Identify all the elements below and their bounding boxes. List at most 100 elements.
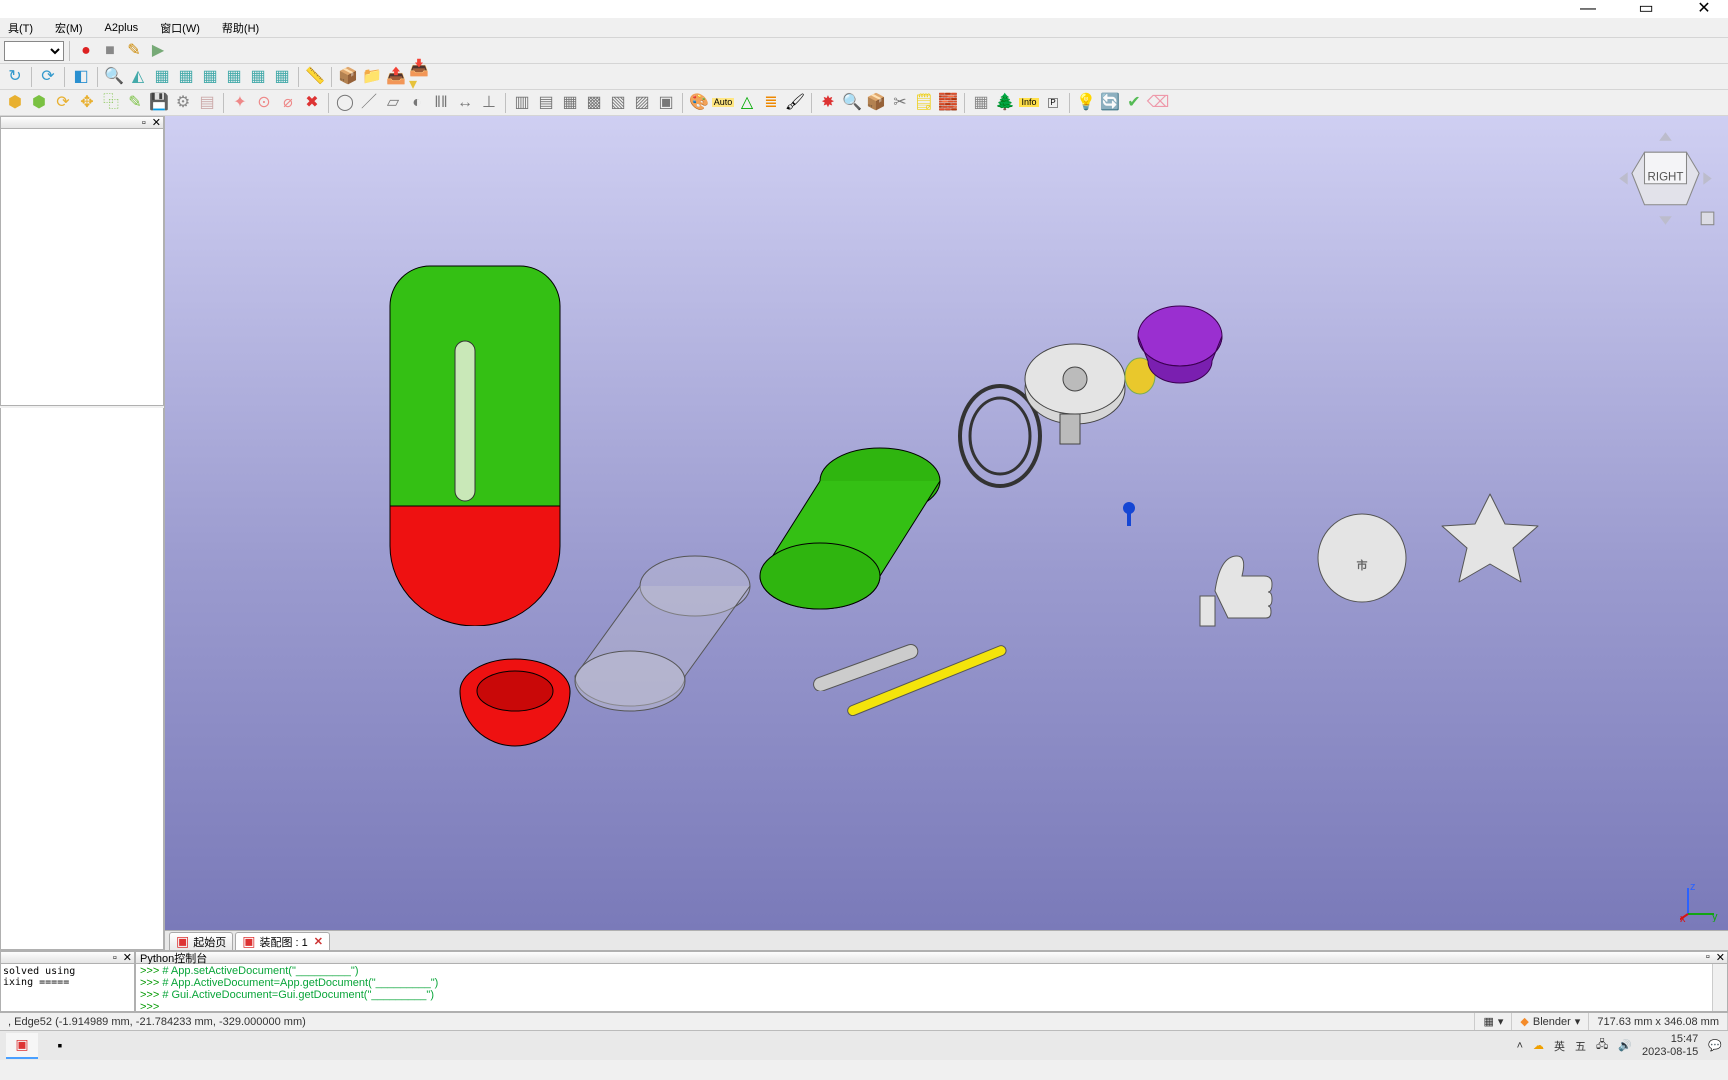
taskbar-terminal[interactable]: ▪ (44, 1033, 76, 1059)
parts-list-icon[interactable]: P (1042, 92, 1064, 114)
taskbar-freecad[interactable]: ▣ (6, 1033, 38, 1059)
iso-view-icon[interactable]: ◭ (127, 66, 149, 88)
tray-clock[interactable]: 15:47 2023-08-15 (1642, 1033, 1698, 1057)
model-tree-body[interactable] (0, 129, 164, 406)
list-icon[interactable]: ≣ (760, 92, 782, 114)
update-parts-icon[interactable]: ⟳ (52, 92, 74, 114)
check-icon[interactable]: ✔ (1123, 92, 1145, 114)
move-part-icon[interactable]: ✥ (76, 92, 98, 114)
report-view-body[interactable]: solved using ixing ===== (0, 964, 135, 1012)
property-body[interactable] (0, 408, 164, 950)
edit-macro-button[interactable]: ✎ (123, 40, 145, 62)
measure-icon[interactable]: 📏 (304, 66, 326, 88)
zoom-fit-icon[interactable]: 🔍 (103, 66, 125, 88)
offset-con-icon[interactable]: ↔ (454, 92, 476, 114)
stack1-icon[interactable]: ▥ (511, 92, 533, 114)
reload-icon[interactable]: 🔄 (1099, 92, 1121, 114)
left-view-icon[interactable]: ▦ (271, 66, 293, 88)
status-nav-style[interactable]: ◆Blender ▾ (1512, 1013, 1589, 1030)
tab-assembly[interactable]: ▣ 装配图 : 1 ✕ (235, 932, 330, 950)
stack7-icon[interactable]: ▣ (655, 92, 677, 114)
panel-close-icon[interactable]: ✕ (123, 951, 132, 964)
stack2-icon[interactable]: ▤ (535, 92, 557, 114)
tray-notification-icon[interactable]: 💬 (1708, 1039, 1722, 1052)
tray-chevron-icon[interactable]: ˄ (1517, 1040, 1523, 1052)
tray-network-icon[interactable]: 🖧 (1596, 1036, 1608, 1055)
status-draw-style[interactable]: ▦ ▾ (1475, 1013, 1512, 1030)
maximize-button[interactable]: ▭ (1626, 0, 1666, 18)
tray-volume-icon[interactable]: 🔊 (1618, 1039, 1632, 1052)
duplicate-part-icon[interactable]: ⿻ (100, 92, 122, 114)
mirror-icon[interactable]: △ (736, 92, 758, 114)
panel-close-icon[interactable]: ✕ (152, 116, 161, 129)
navigation-cube[interactable]: RIGHT (1613, 126, 1718, 231)
menu-window[interactable]: 窗口(W) (156, 18, 204, 38)
minimize-button[interactable]: — (1568, 0, 1608, 18)
tray-ime-lang[interactable]: 英 (1554, 1038, 1565, 1054)
search-icon[interactable]: 🔍 (841, 92, 863, 114)
stop-macro-button[interactable]: ■ (99, 40, 121, 62)
eraser-icon[interactable]: ⌫ (1147, 92, 1169, 114)
add-subassy-icon[interactable]: ⬢ (28, 92, 50, 114)
python-console-body[interactable]: >>> # App.setActiveDocument("_________")… (135, 964, 1728, 1012)
rear-view-icon[interactable]: ▦ (223, 66, 245, 88)
stack4-icon[interactable]: ▩ (583, 92, 605, 114)
run-macro-button[interactable]: ▶ (147, 40, 169, 62)
panel-float-icon[interactable]: ▫ (1706, 951, 1710, 964)
constraint-point-icon[interactable]: ✦ (229, 92, 251, 114)
redo-icon[interactable]: ↻ (4, 66, 26, 88)
panel-float-icon[interactable]: ▫ (142, 117, 146, 129)
note-icon[interactable]: 🗒 (913, 92, 935, 114)
panel-float-icon[interactable]: ▫ (113, 952, 117, 964)
menu-a2plus[interactable]: A2plus (101, 20, 143, 36)
constraint-delete-icon[interactable]: ✖ (301, 92, 323, 114)
import-icon[interactable]: 📥▾ (409, 66, 431, 88)
explode-icon[interactable]: ✸ (817, 92, 839, 114)
paint-icon[interactable]: 🖌 (784, 92, 806, 114)
bricks-icon[interactable]: 🧱 (937, 92, 959, 114)
save-part-icon[interactable]: 💾 (148, 92, 170, 114)
tray-ime-mode[interactable]: 五 (1575, 1038, 1586, 1054)
record-macro-button[interactable]: ● (75, 40, 97, 62)
info-icon[interactable]: Info (1018, 92, 1040, 114)
workbench-selector[interactable] (4, 41, 64, 61)
stack5-icon[interactable]: ▧ (607, 92, 629, 114)
circle-con-icon[interactable]: ◯ (334, 92, 356, 114)
break-icon[interactable]: ✂ (889, 92, 911, 114)
3d-viewport[interactable]: 市 RIGHT (165, 116, 1728, 930)
top-view-icon[interactable]: ▦ (175, 66, 197, 88)
line-con-icon[interactable]: ／ (358, 92, 380, 114)
tab-start-page[interactable]: ▣ 起始页 (169, 932, 233, 950)
cog-icon[interactable]: ⚙ (172, 92, 194, 114)
plane-con-icon[interactable]: ▱ (382, 92, 404, 114)
edit-part-icon[interactable]: ✎ (124, 92, 146, 114)
scrollbar[interactable] (1712, 964, 1727, 1011)
menu-tools[interactable]: 具(T) (4, 18, 37, 38)
stack3-icon[interactable]: ▦ (559, 92, 581, 114)
color-auto-icon[interactable]: 🎨 (688, 92, 710, 114)
right-view-icon[interactable]: ▦ (199, 66, 221, 88)
open-folder-icon[interactable]: 📁 (361, 66, 383, 88)
angle-con-icon[interactable]: ◐ (406, 92, 428, 114)
tree-icon[interactable]: 🌲 (994, 92, 1016, 114)
menu-macro[interactable]: 宏(M) (51, 18, 87, 38)
panel-close-icon[interactable]: ✕ (1716, 951, 1725, 964)
par-con-icon[interactable]: ‖‖ (430, 92, 452, 114)
bulb-icon[interactable]: 💡 (1075, 92, 1097, 114)
menu-help[interactable]: 帮助(H) (218, 18, 263, 38)
close-button[interactable]: ✕ (1684, 0, 1724, 18)
auto-label-icon[interactable]: Auto (712, 92, 734, 114)
new-part-icon[interactable]: 📦 (337, 66, 359, 88)
refresh-icon[interactable]: ⟳ (37, 66, 59, 88)
constraint-coincident-icon[interactable]: ⊙ (253, 92, 275, 114)
sheet-icon[interactable]: ▤ (196, 92, 218, 114)
constraint-axial-icon[interactable]: ⌀ (277, 92, 299, 114)
tab-close-icon[interactable]: ✕ (314, 935, 323, 948)
box-icon[interactable]: ◧ (70, 66, 92, 88)
stack6-icon[interactable]: ▨ (631, 92, 653, 114)
add-part-icon[interactable]: ⬢ (4, 92, 26, 114)
perp-con-icon[interactable]: ⊥ (478, 92, 500, 114)
export-icon[interactable]: 📤 (385, 66, 407, 88)
front-view-icon[interactable]: ▦ (151, 66, 173, 88)
tray-onedrive-icon[interactable]: ☁ (1533, 1039, 1544, 1052)
